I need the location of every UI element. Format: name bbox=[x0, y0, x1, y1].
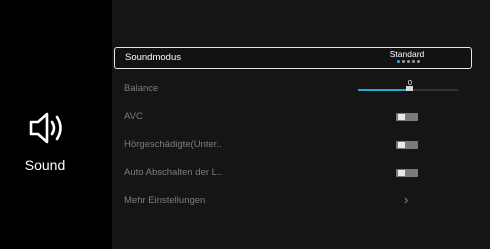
balance-slider-knob[interactable] bbox=[406, 86, 413, 91]
speaker-icon bbox=[29, 112, 62, 144]
sidebar: Sound bbox=[0, 0, 112, 249]
avc-toggle[interactable] bbox=[396, 113, 418, 121]
menu-item-auto-abschalten[interactable]: Auto Abschalten der L.. bbox=[114, 162, 472, 184]
mode-dot bbox=[407, 60, 410, 63]
balance-slider-fill bbox=[358, 89, 408, 91]
sound-title: Sound bbox=[24, 157, 66, 173]
menu-item-label: Auto Abschalten der L.. bbox=[124, 167, 223, 178]
menu-item-avc[interactable]: AVC bbox=[114, 106, 472, 128]
toggle-knob bbox=[398, 114, 405, 120]
mode-dot bbox=[412, 60, 415, 63]
mode-dot bbox=[402, 60, 405, 63]
toggle-knob bbox=[398, 142, 405, 148]
mode-dot bbox=[417, 60, 420, 63]
menu-item-label: Mehr Einstellungen bbox=[124, 195, 206, 206]
soundmodus-value: Standard bbox=[389, 49, 425, 59]
auto-off-toggle[interactable] bbox=[396, 169, 418, 177]
menu-item-label: Soundmodus bbox=[125, 52, 181, 63]
hearing-impaired-toggle[interactable] bbox=[396, 141, 418, 149]
chevron-right-icon: › bbox=[404, 192, 409, 207]
menu-item-label: AVC bbox=[124, 111, 143, 122]
menu-item-label: Balance bbox=[124, 83, 159, 94]
menu-item-balance[interactable]: Balance 0 bbox=[114, 78, 472, 100]
menu-item-label: Hörgeschädigte(Unter.. bbox=[124, 139, 222, 150]
mode-indicator-dots bbox=[397, 60, 421, 63]
sound-menu: Soundmodus Standard Balance 0 AVC Hörges… bbox=[112, 0, 490, 249]
menu-item-hoergeschaedigte[interactable]: Hörgeschädigte(Unter.. bbox=[114, 134, 472, 156]
toggle-knob bbox=[398, 170, 405, 176]
menu-item-soundmodus[interactable]: Soundmodus Standard bbox=[114, 47, 472, 69]
mode-dot bbox=[397, 60, 400, 63]
menu-item-mehr-einstellungen[interactable]: Mehr Einstellungen › bbox=[114, 190, 472, 212]
